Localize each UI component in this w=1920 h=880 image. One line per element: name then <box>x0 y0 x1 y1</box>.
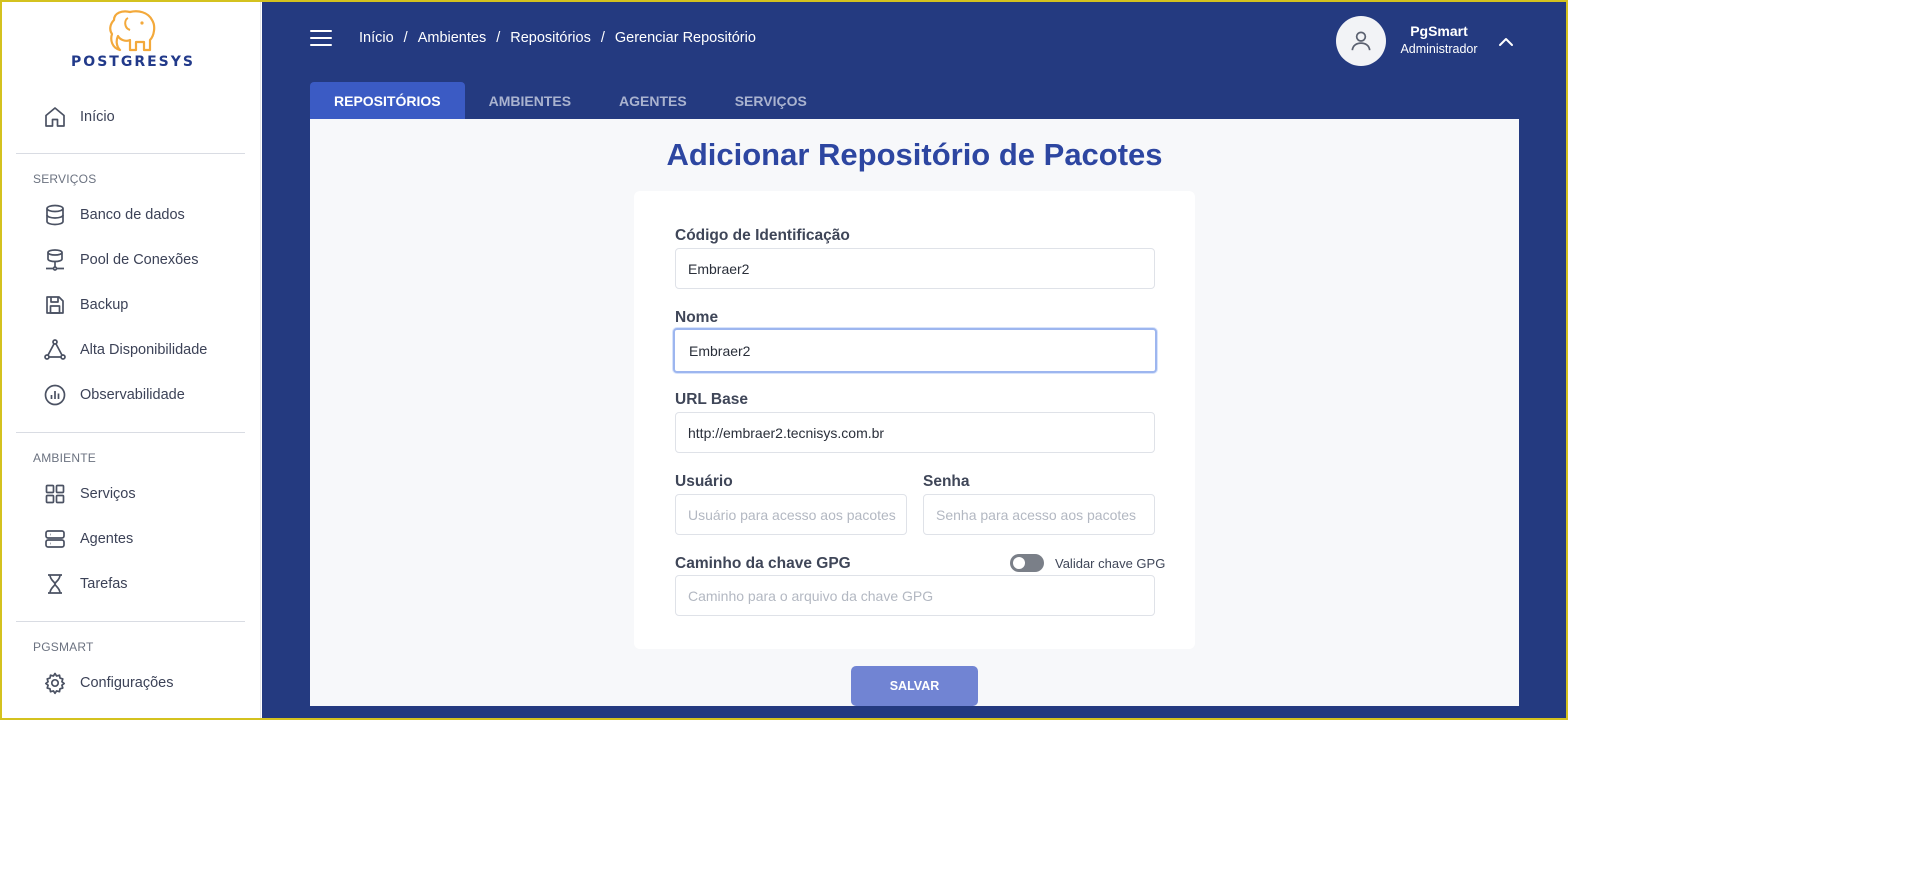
breadcrumb-inicio[interactable]: Início <box>359 30 394 46</box>
tab-agentes[interactable]: AGENTES <box>595 82 711 120</box>
url-base-label: URL Base <box>675 391 748 408</box>
breadcrumb: Início / Ambientes / Repositórios / Gere… <box>359 30 756 46</box>
sidebar-section-title: SERVIÇOS <box>33 172 97 186</box>
tab-repositorios[interactable]: REPOSITÓRIOS <box>310 82 465 120</box>
sidebar-item-label: Backup <box>80 297 129 313</box>
tab-bar: REPOSITÓRIOS AMBIENTES AGENTES SERVIÇOS <box>310 82 831 120</box>
gpg-path-field[interactable]: Caminho para o arquivo da chave GPG <box>675 575 1155 616</box>
sidebar-item-label: Início <box>80 109 115 125</box>
breadcrumb-current: Gerenciar Repositório <box>614 30 756 46</box>
sidebar-item-label: Pool de Conexões <box>80 252 199 268</box>
sidebar-item-inicio[interactable]: Início <box>42 102 115 132</box>
nome-field[interactable]: Embraer2 <box>673 328 1157 373</box>
sidebar-item-label: Agentes <box>80 531 134 547</box>
sidebar-divider <box>16 432 245 433</box>
sidebar-divider <box>16 621 245 622</box>
sidebar-section-title: PGSMART <box>33 640 94 654</box>
sidebar-item-tarefas[interactable]: Tarefas <box>42 569 128 599</box>
validate-gpg-label: Validar chave GPG <box>1055 556 1166 571</box>
main-area: Início / Ambientes / Repositórios / Gere… <box>262 2 1566 718</box>
breadcrumb-separator: / <box>600 30 605 46</box>
hourglass-icon <box>42 571 68 597</box>
breadcrumb-ambientes[interactable]: Ambientes <box>418 30 487 46</box>
chevron-up-icon[interactable] <box>1496 32 1516 52</box>
sidebar-item-configuracoes[interactable]: Configurações <box>42 668 174 698</box>
database-icon <box>42 202 68 228</box>
brand-logo[interactable]: POSTGRESYS <box>44 10 222 74</box>
grid-icon <box>42 481 68 507</box>
breadcrumb-separator: / <box>496 30 501 46</box>
codigo-field[interactable]: Embraer2 <box>675 248 1155 289</box>
senha-field[interactable]: Senha para acesso aos pacotes <box>923 494 1155 535</box>
usuario-field[interactable]: Usuário para acesso aos pacotes <box>675 494 907 535</box>
tab-servicos[interactable]: SERVIÇOS <box>711 82 831 120</box>
sidebar-item-label: Tarefas <box>80 576 128 592</box>
connection-pool-icon <box>42 247 68 273</box>
sidebar-item-agentes[interactable]: Agentes <box>42 524 133 554</box>
sidebar-item-pool-de-conexoes[interactable]: Pool de Conexões <box>42 245 199 275</box>
user-role: Administrador <box>1400 42 1478 56</box>
sidebar-item-observabilidade[interactable]: Observabilidade <box>42 380 185 410</box>
sidebar-item-label: Observabilidade <box>80 387 185 403</box>
server-icon <box>42 526 68 552</box>
codigo-label: Código de Identificação <box>675 227 850 244</box>
repository-form: Código de Identificação Embraer2 Nome Em… <box>634 191 1195 649</box>
sidebar-item-banco-de-dados[interactable]: Banco de dados <box>42 200 185 230</box>
sidebar-item-alta-disponibilidade[interactable]: Alta Disponibilidade <box>42 335 207 365</box>
validate-gpg-toggle[interactable] <box>1010 554 1044 572</box>
save-icon <box>42 292 68 318</box>
sidebar-item-label: Banco de dados <box>80 207 185 223</box>
tab-ambientes[interactable]: AMBIENTES <box>465 82 595 120</box>
sidebar: POSTGRESYS Início SERVIÇOS Banco de dado… <box>2 2 261 718</box>
home-icon <box>42 104 68 130</box>
user-icon <box>1351 31 1371 51</box>
gear-icon <box>42 670 68 696</box>
usuario-label: Usuário <box>675 473 733 490</box>
sidebar-item-backup[interactable]: Backup <box>42 290 128 320</box>
breadcrumb-separator: / <box>403 30 408 46</box>
menu-toggle-icon[interactable] <box>310 30 332 48</box>
user-name[interactable]: PgSmart <box>1392 23 1486 39</box>
sidebar-item-label: Configurações <box>80 675 174 691</box>
sidebar-item-label: Alta Disponibilidade <box>80 342 208 358</box>
elephant-logo-icon <box>109 10 156 52</box>
nome-label: Nome <box>675 309 719 326</box>
bar-chart-circle-icon <box>42 382 68 408</box>
sidebar-section-title: AMBIENTE <box>33 451 96 465</box>
gpg-label: Caminho da chave GPG <box>675 555 851 572</box>
save-button[interactable]: SALVAR <box>851 666 978 706</box>
breadcrumb-repositorios[interactable]: Repositórios <box>510 30 591 46</box>
page-title: Adicionar Repositório de Pacotes <box>666 137 1163 172</box>
senha-label: Senha <box>923 473 970 490</box>
sidebar-divider <box>16 153 245 154</box>
content-panel: Adicionar Repositório de Pacotes Código … <box>310 119 1519 706</box>
sidebar-item-servicos[interactable]: Serviços <box>42 479 136 509</box>
avatar[interactable] <box>1336 16 1386 66</box>
triangle-nodes-icon <box>42 337 68 363</box>
sidebar-item-label: Serviços <box>80 486 136 502</box>
url-base-field[interactable]: http://embraer2.tecnisys.com.br <box>675 412 1155 453</box>
brand-name: POSTGRESYS <box>71 54 195 70</box>
